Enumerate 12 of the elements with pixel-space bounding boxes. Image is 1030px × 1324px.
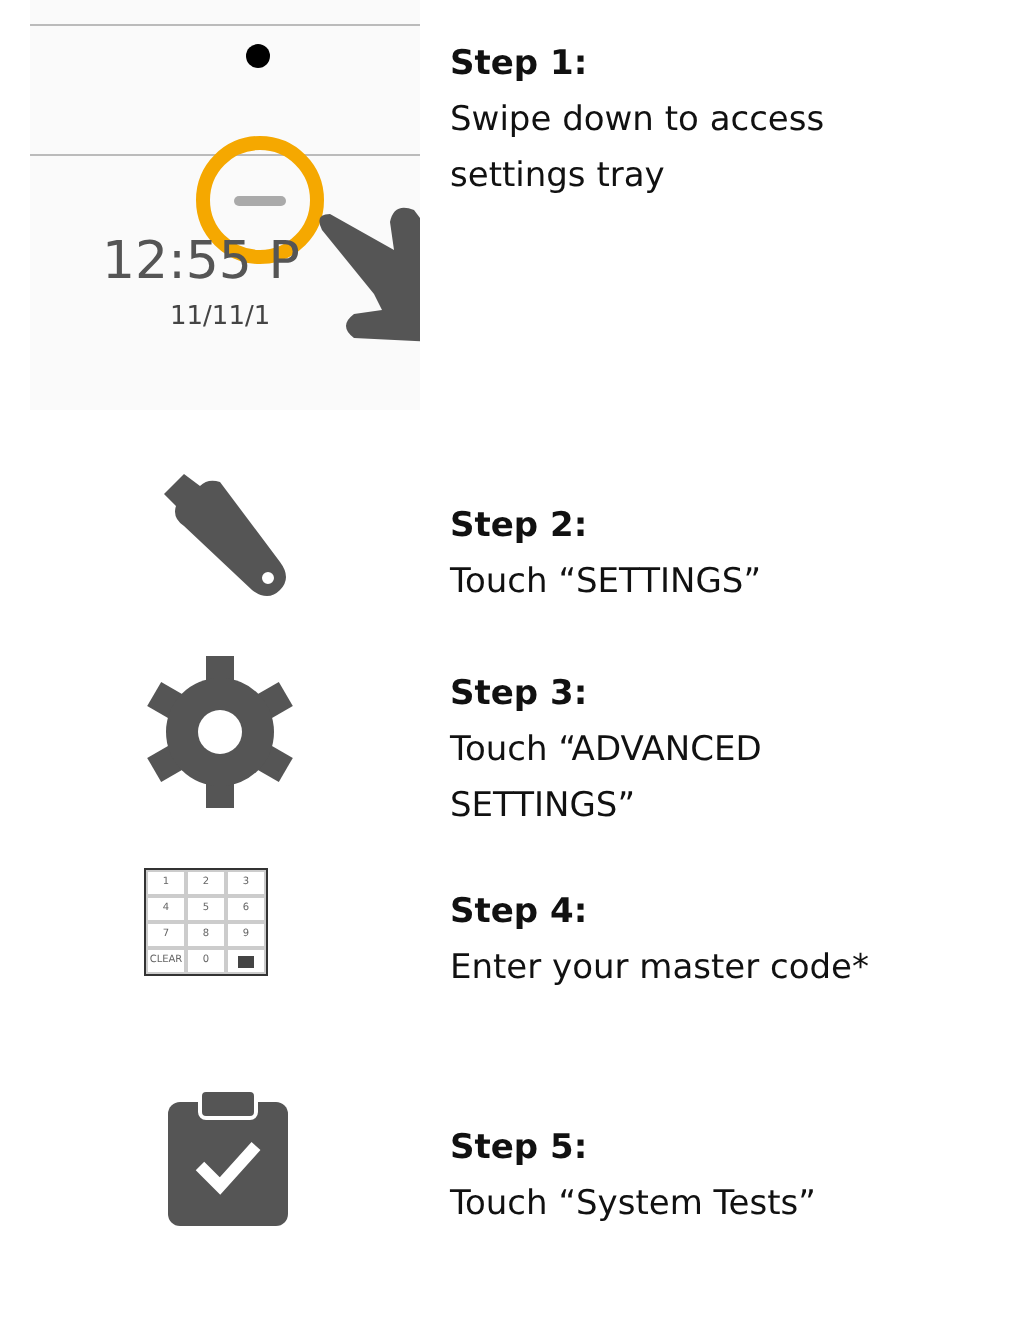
step-instruction: Swipe down to access settings tray [450,97,827,199]
clipboard-check-icon [164,1086,292,1230]
step-heading: Step 1: [450,42,590,88]
step-heading: Step 3: [450,672,590,719]
step-instruction: Enter your master code* [450,945,872,992]
step-heading: Step 2: [450,504,590,551]
step-instruction: Touch “ADVANCED SETTINGS” [450,727,764,830]
step-instruction: Touch “System Tests” [450,1181,818,1228]
step-heading: Step 4: [450,890,590,937]
step-heading: Step 5: [450,1126,590,1173]
clock-date: 11/11/1 [170,304,271,330]
step-instruction: Touch “SETTINGS” [450,559,764,606]
